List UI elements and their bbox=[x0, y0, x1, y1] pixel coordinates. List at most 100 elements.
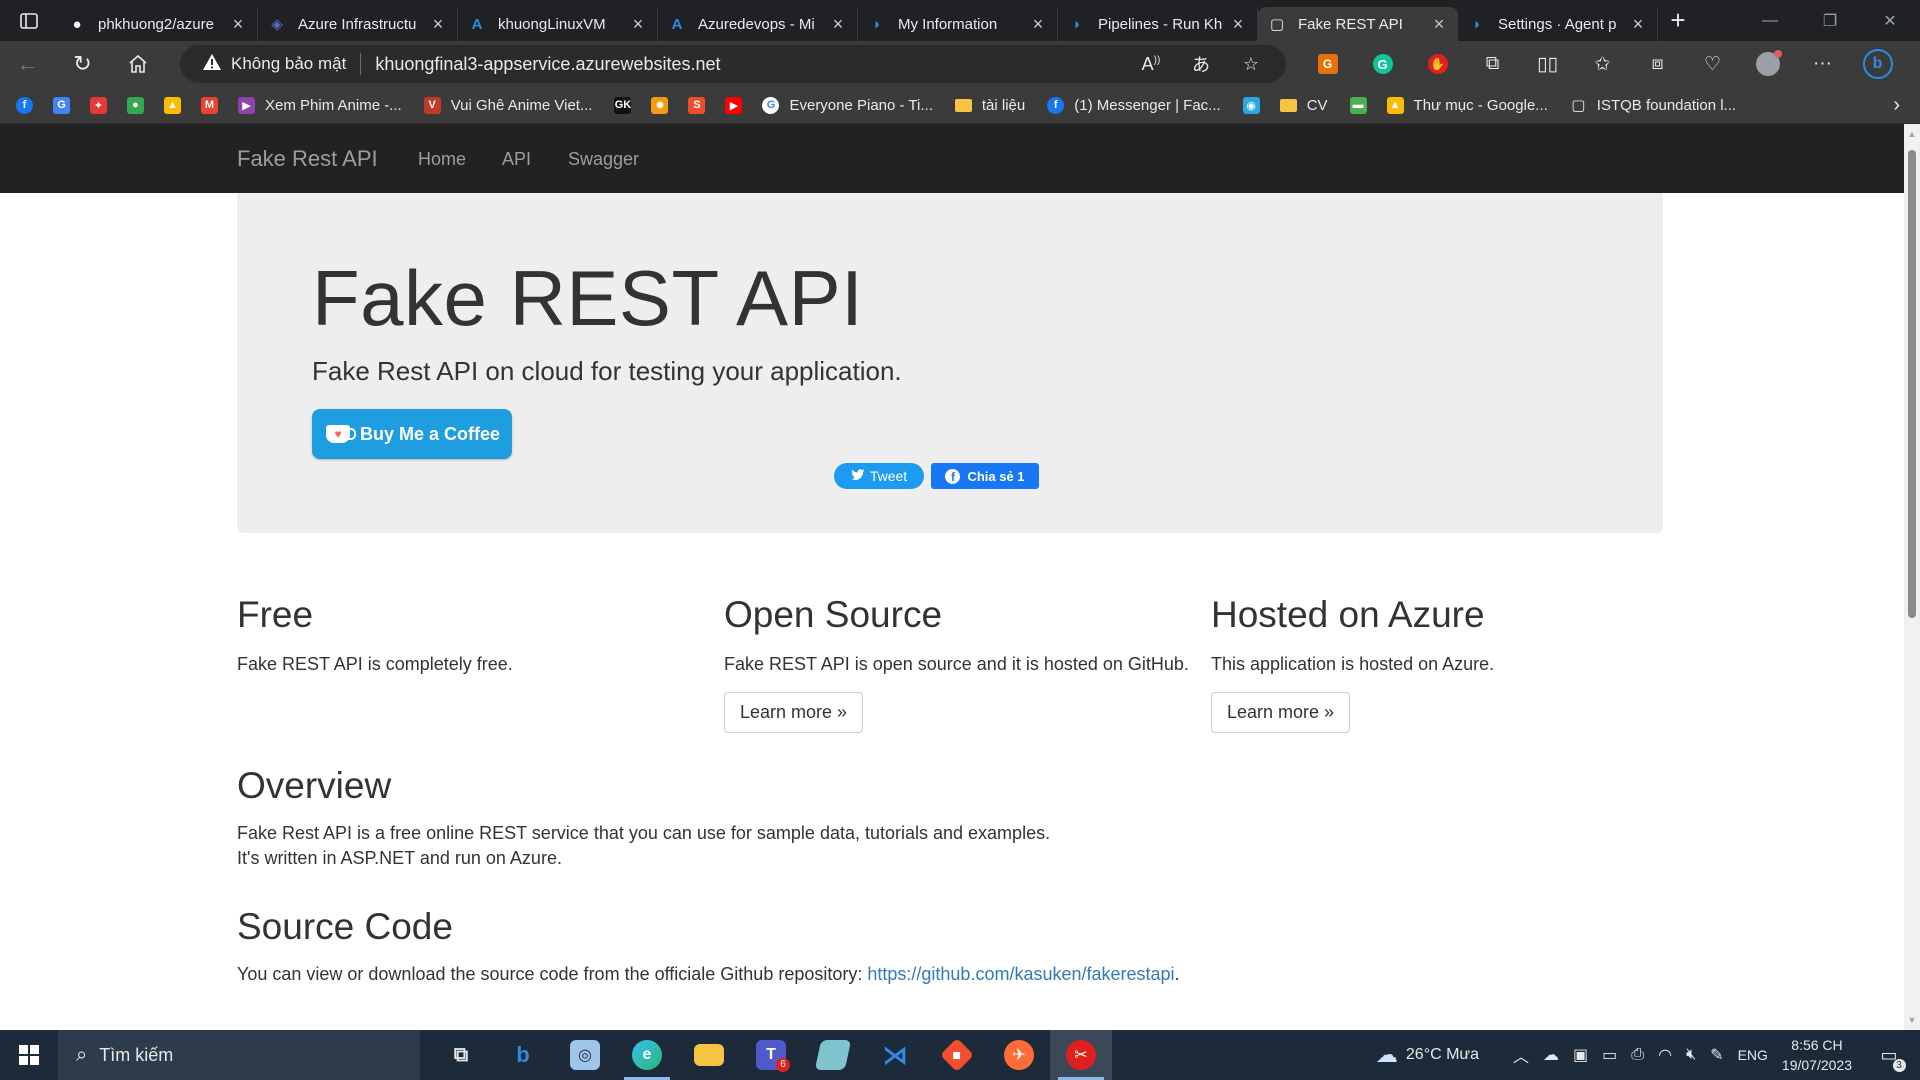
more-menu-icon[interactable]: ··· bbox=[1795, 41, 1850, 87]
close-window-button[interactable]: ✕ bbox=[1860, 0, 1920, 41]
close-tab-icon[interactable]: × bbox=[229, 14, 247, 35]
grammarly-extension-icon[interactable]: G bbox=[1355, 41, 1410, 87]
bookmark-item[interactable]: f (1) Messenger | Fac... bbox=[1047, 96, 1221, 114]
refresh-button[interactable]: ↻ bbox=[55, 41, 110, 87]
restore-button[interactable]: ❐ bbox=[1800, 0, 1860, 41]
bookmark-item[interactable]: G bbox=[53, 96, 70, 114]
bookmark-item[interactable]: ✦ bbox=[90, 96, 107, 114]
bing-copilot-icon[interactable]: b bbox=[1850, 41, 1905, 87]
browser-tab[interactable]: ◗ My Information × bbox=[858, 7, 1058, 41]
new-tab-button[interactable]: + bbox=[1658, 0, 1698, 41]
sourcetree-app[interactable]: ◆ bbox=[926, 1030, 988, 1080]
bookmark-item[interactable]: f bbox=[16, 96, 33, 114]
bookmark-item[interactable]: tài liệu bbox=[954, 97, 1025, 114]
nav-swagger[interactable]: Swagger bbox=[568, 149, 639, 170]
browser-tab[interactable]: ◗ Settings · Agent p × bbox=[1458, 7, 1658, 41]
bookmark-item[interactable]: S bbox=[688, 96, 706, 114]
learn-more-button[interactable]: Learn more » bbox=[724, 692, 864, 733]
battery-icon[interactable]: ▭ bbox=[1602, 1045, 1617, 1065]
bookmarks-overflow-chevron-icon[interactable]: › bbox=[1893, 87, 1900, 124]
postman-app[interactable]: ✈ bbox=[988, 1030, 1050, 1080]
bookmark-item[interactable]: V Vui Ghê Anime Viet... bbox=[423, 96, 592, 114]
bookmark-item[interactable]: GK bbox=[614, 96, 632, 114]
back-button[interactable]: ← bbox=[0, 41, 55, 87]
notification-center-button[interactable]: ▭ 3 bbox=[1874, 1040, 1906, 1072]
bookmark-item[interactable]: ▢ ISTQB foundation l... bbox=[1570, 97, 1736, 115]
close-tab-icon[interactable]: × bbox=[1629, 14, 1647, 35]
show-hidden-icons-chevron-icon[interactable]: ︿ bbox=[1513, 1043, 1529, 1067]
browser-tab[interactable]: ● phkhuong2/azure × bbox=[58, 7, 258, 41]
file-explorer-app[interactable] bbox=[678, 1030, 740, 1080]
close-tab-icon[interactable]: × bbox=[1430, 14, 1448, 35]
not-secure-label[interactable]: Không bảo mật bbox=[231, 54, 346, 74]
teams-app[interactable]: T6 bbox=[740, 1030, 802, 1080]
address-bar[interactable]: Không bảo mật khuongfinal3-appservice.az… bbox=[180, 45, 1286, 83]
pen-icon[interactable]: ✎ bbox=[1710, 1045, 1723, 1065]
browser-tab[interactable]: AkhuongLinuxVM × bbox=[458, 7, 658, 41]
notepad-app[interactable] bbox=[802, 1030, 864, 1080]
learn-more-button[interactable]: Learn more » bbox=[1211, 692, 1351, 733]
google-translate-extension-icon[interactable]: G bbox=[1300, 41, 1355, 87]
bookmark-item[interactable]: ▶ bbox=[725, 96, 743, 114]
nav-api[interactable]: API bbox=[502, 149, 531, 170]
close-tab-icon[interactable]: × bbox=[629, 14, 647, 35]
bookmark-item[interactable]: ▲ bbox=[164, 96, 181, 114]
bookmark-item[interactable]: ● bbox=[127, 96, 144, 114]
photos-app[interactable]: ◎ bbox=[554, 1030, 616, 1080]
close-tab-icon[interactable]: × bbox=[429, 14, 447, 35]
close-tab-icon[interactable]: × bbox=[1229, 14, 1247, 35]
split-screen-icon[interactable]: ▯▯ bbox=[1520, 41, 1575, 87]
clock[interactable]: 8:56 CH 19/07/2023 bbox=[1782, 1035, 1852, 1075]
collections-icon[interactable]: ⧈ bbox=[1630, 41, 1685, 87]
url-text[interactable]: khuongfinal3-appservice.azurewebsites.ne… bbox=[375, 54, 720, 75]
facebook-share-button[interactable]: f Chia sẻ 1 bbox=[931, 463, 1039, 489]
snipping-tool-app[interactable]: ✂ bbox=[1050, 1030, 1112, 1080]
close-tab-icon[interactable]: × bbox=[829, 14, 847, 35]
bookmark-item[interactable]: M bbox=[201, 96, 218, 114]
edge-app[interactable]: e bbox=[616, 1030, 678, 1080]
browser-tab[interactable]: A Azuredevops - Mi × bbox=[658, 7, 858, 41]
display-icon[interactable]: ▣ bbox=[1573, 1045, 1588, 1065]
volume-muted-icon[interactable]: 🔇︎ bbox=[1686, 1046, 1696, 1064]
bookmark-item[interactable]: CV bbox=[1279, 97, 1328, 114]
bookmark-item[interactable]: ✹ bbox=[651, 96, 669, 114]
profile-avatar[interactable] bbox=[1740, 41, 1795, 87]
vscode-app[interactable]: ⋊ bbox=[864, 1030, 926, 1080]
bing-app[interactable]: b bbox=[492, 1030, 554, 1080]
close-tab-icon[interactable]: × bbox=[1029, 14, 1047, 35]
wifi-icon[interactable]: ◠ bbox=[1658, 1045, 1672, 1065]
github-repo-link[interactable]: https://github.com/kasuken/fakerestapi bbox=[867, 964, 1174, 984]
nav-home[interactable]: Home bbox=[418, 149, 466, 170]
bookmark-item[interactable]: G Everyone Piano - Ti... bbox=[762, 96, 933, 114]
browser-tab[interactable]: ▢ Fake REST API × bbox=[1258, 7, 1458, 41]
page-scrollbar[interactable]: ▲ ▼ bbox=[1904, 124, 1920, 1030]
browser-essentials-icon[interactable]: ♡ bbox=[1685, 41, 1740, 87]
tab-actions-button[interactable] bbox=[0, 0, 58, 41]
minimize-button[interactable]: — bbox=[1740, 0, 1800, 41]
home-button[interactable] bbox=[110, 41, 165, 87]
bookmark-item[interactable]: ▬ bbox=[1349, 96, 1367, 114]
favorites-icon[interactable]: ✩ bbox=[1575, 41, 1630, 87]
bookmark-item[interactable]: ◉ bbox=[1242, 96, 1260, 114]
scroll-thumb[interactable] bbox=[1908, 150, 1916, 618]
read-aloud-icon[interactable]: A)) bbox=[1126, 54, 1176, 75]
browser-tab[interactable]: ◈ Azure Infrastructu × bbox=[258, 7, 458, 41]
taskbar-search[interactable]: ⌕ Tìm kiếm bbox=[58, 1030, 420, 1080]
language-indicator[interactable]: ENG bbox=[1738, 1047, 1768, 1063]
bookmark-item[interactable]: ▶ Xem Phim Anime -... bbox=[238, 96, 402, 114]
extensions-puzzle-icon[interactable]: ⧉ bbox=[1465, 41, 1520, 87]
onedrive-icon[interactable]: ☁ bbox=[1543, 1045, 1559, 1065]
tweet-button[interactable]: Tweet bbox=[834, 463, 924, 489]
adblock-extension-icon[interactable]: ✋ bbox=[1410, 41, 1465, 87]
start-button[interactable] bbox=[0, 1030, 58, 1080]
task-view-button[interactable]: ⧉ bbox=[430, 1030, 492, 1080]
scroll-down-icon[interactable]: ▼ bbox=[1904, 1012, 1920, 1028]
weather-widget[interactable]: ☁ 26°C Mưa bbox=[1376, 1042, 1479, 1068]
buy-me-a-coffee-button[interactable]: ♥ Buy Me a Coffee bbox=[312, 409, 512, 459]
meet-now-icon[interactable]: ⎙ bbox=[1631, 1046, 1644, 1064]
favorite-star-icon[interactable]: ☆ bbox=[1226, 54, 1276, 75]
bookmark-item[interactable]: ▲ Thư mục - Google... bbox=[1386, 96, 1548, 114]
scroll-up-icon[interactable]: ▲ bbox=[1904, 126, 1920, 142]
translate-page-icon[interactable]: あ bbox=[1176, 51, 1226, 77]
browser-tab[interactable]: ◗ Pipelines - Run Kh × bbox=[1058, 7, 1258, 41]
